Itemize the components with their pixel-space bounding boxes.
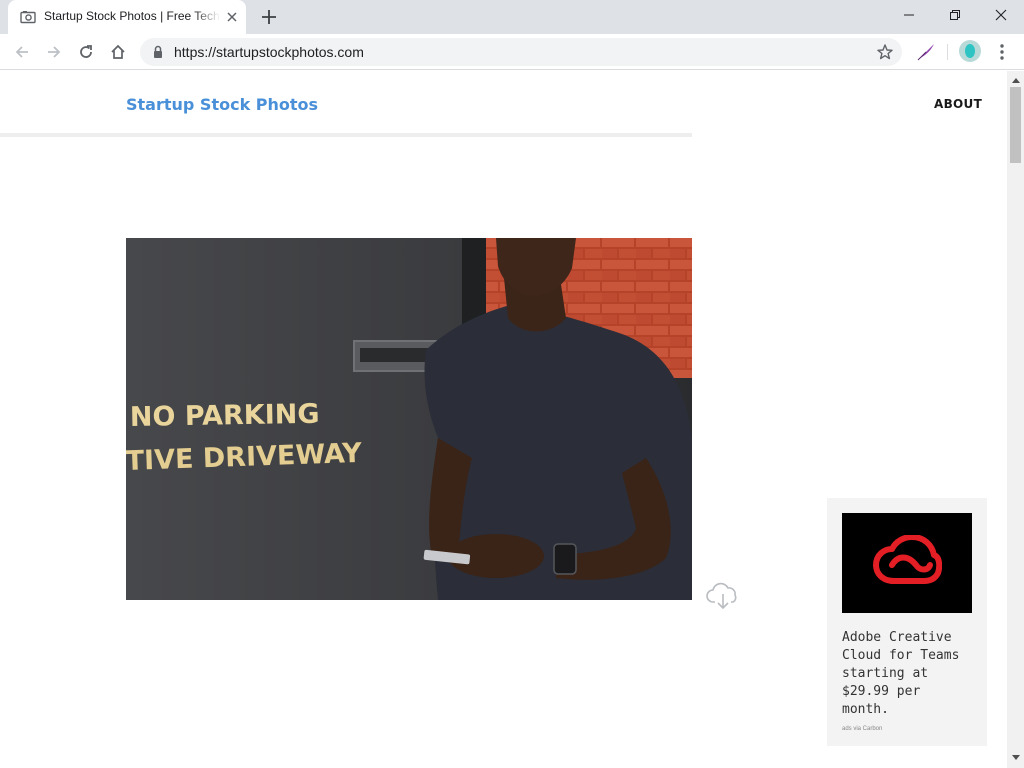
- profile-icon: [965, 44, 975, 58]
- forward-button[interactable]: [42, 40, 66, 64]
- scroll-up-button[interactable]: [1007, 73, 1024, 87]
- forward-icon: [48, 46, 61, 58]
- adobe-creative-cloud-logo-icon: [873, 535, 942, 584]
- feather-extension-icon[interactable]: [914, 40, 938, 64]
- close-icon: [995, 9, 1007, 21]
- tab-title: Startup Stock Photos | Free Tech Stock P…: [44, 9, 220, 23]
- profile-avatar[interactable]: [959, 40, 981, 62]
- reload-icon: [80, 45, 92, 58]
- ad-text[interactable]: Adobe Creative Cloud for Teams starting …: [842, 629, 974, 719]
- bookmark-star-icon[interactable]: [876, 43, 894, 61]
- address-bar[interactable]: https://startupstockphotos.com: [140, 38, 902, 66]
- lock-icon: [154, 45, 162, 58]
- back-icon: [15, 46, 28, 58]
- cloud-download-icon[interactable]: [706, 582, 740, 612]
- page-viewport: Startup Stock Photos ABOUT NO PARKING TI…: [0, 71, 1007, 768]
- new-tab-icon[interactable]: [260, 8, 278, 26]
- minimize-button[interactable]: [886, 0, 932, 30]
- scroll-down-arrow-icon: [1011, 754, 1020, 760]
- toolbar-separator: [947, 44, 948, 60]
- ad-via-label[interactable]: ads via Carbon: [842, 726, 882, 732]
- nav-about-link[interactable]: ABOUT: [934, 97, 982, 111]
- site-title-link[interactable]: Startup Stock Photos: [126, 95, 318, 114]
- scroll-up-arrow-icon: [1011, 77, 1020, 83]
- close-window-button[interactable]: [978, 0, 1024, 30]
- scroll-down-button[interactable]: [1007, 750, 1024, 764]
- tab-strip: Startup Stock Photos | Free Tech Stock P…: [0, 0, 1024, 34]
- home-icon: [111, 44, 125, 59]
- photo-illustration: NO PARKING TIVE DRIVEWAY: [126, 238, 692, 600]
- scrollbar-thumb[interactable]: [1010, 87, 1021, 163]
- browser-toolbar: https://startupstockphotos.com: [0, 34, 1024, 70]
- tab-close-icon[interactable]: [224, 9, 240, 25]
- more-vert-icon: [1000, 44, 1004, 60]
- page-scrollbar[interactable]: [1007, 71, 1024, 768]
- home-button[interactable]: [106, 40, 130, 64]
- ad-image[interactable]: [842, 513, 972, 613]
- browser-tab[interactable]: Startup Stock Photos | Free Tech Stock P…: [8, 0, 246, 34]
- camera-icon: [20, 11, 36, 24]
- restore-button[interactable]: [932, 0, 978, 30]
- minimize-icon: [904, 14, 914, 16]
- restore-icon: [950, 10, 960, 20]
- sign-text-line1: NO PARKING: [130, 399, 320, 433]
- header-divider: [0, 133, 692, 137]
- back-button[interactable]: [10, 40, 34, 64]
- url-text: https://startupstockphotos.com: [174, 44, 364, 60]
- carbon-ad[interactable]: Adobe Creative Cloud for Teams starting …: [827, 498, 987, 746]
- browser-menu-button[interactable]: [992, 40, 1012, 64]
- stock-photo[interactable]: NO PARKING TIVE DRIVEWAY: [126, 238, 692, 600]
- reload-button[interactable]: [74, 40, 98, 64]
